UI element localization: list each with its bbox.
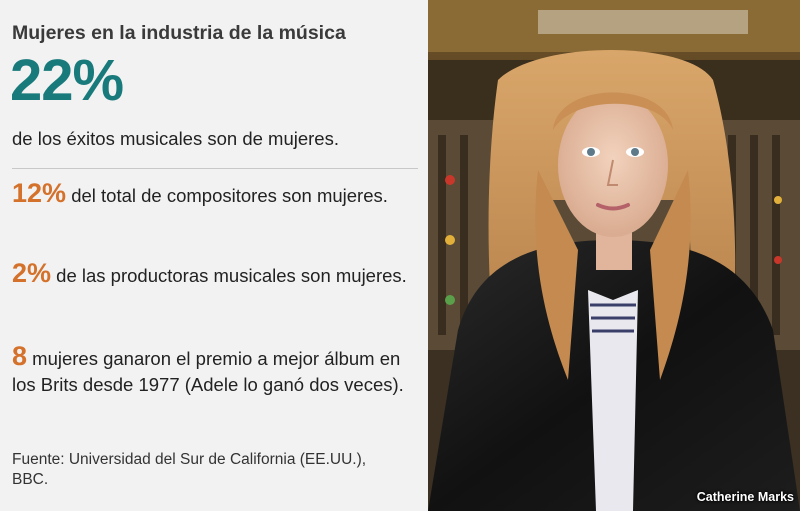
stat-producers: 2% de las productoras musicales son muje… [12,260,407,289]
stat-text: mujeres ganaron el premio a mejor álbum … [12,348,404,395]
stat-value: 2% [12,258,52,288]
stat-text: de las productoras musicales son mujeres… [56,265,407,286]
photo-credit: Catherine Marks [696,490,794,504]
stats-panel: Mujeres en la industria de la música 22%… [0,0,428,511]
divider [12,168,418,169]
stat-value: 12% [12,178,67,208]
stat-value: 8 [12,341,28,371]
stat-brits: 8 mujeres ganaron el premio a mejor álbu… [12,343,407,398]
stat-text: del total de compositores son mujeres. [71,185,388,206]
studio-portrait-image [428,0,800,511]
stat-composers: 12% del total de compositores son mujere… [12,180,407,209]
source-note: Fuente: Universidad del Sur de Californi… [12,451,367,488]
headline-value: 22% [10,48,124,113]
infographic: Mujeres en la industria de la música 22%… [0,0,800,511]
headline-text: de los éxitos musicales son de mujeres. [12,128,339,149]
portrait-photo: Catherine Marks [428,0,800,511]
infographic-title: Mujeres en la industria de la música [12,22,346,44]
